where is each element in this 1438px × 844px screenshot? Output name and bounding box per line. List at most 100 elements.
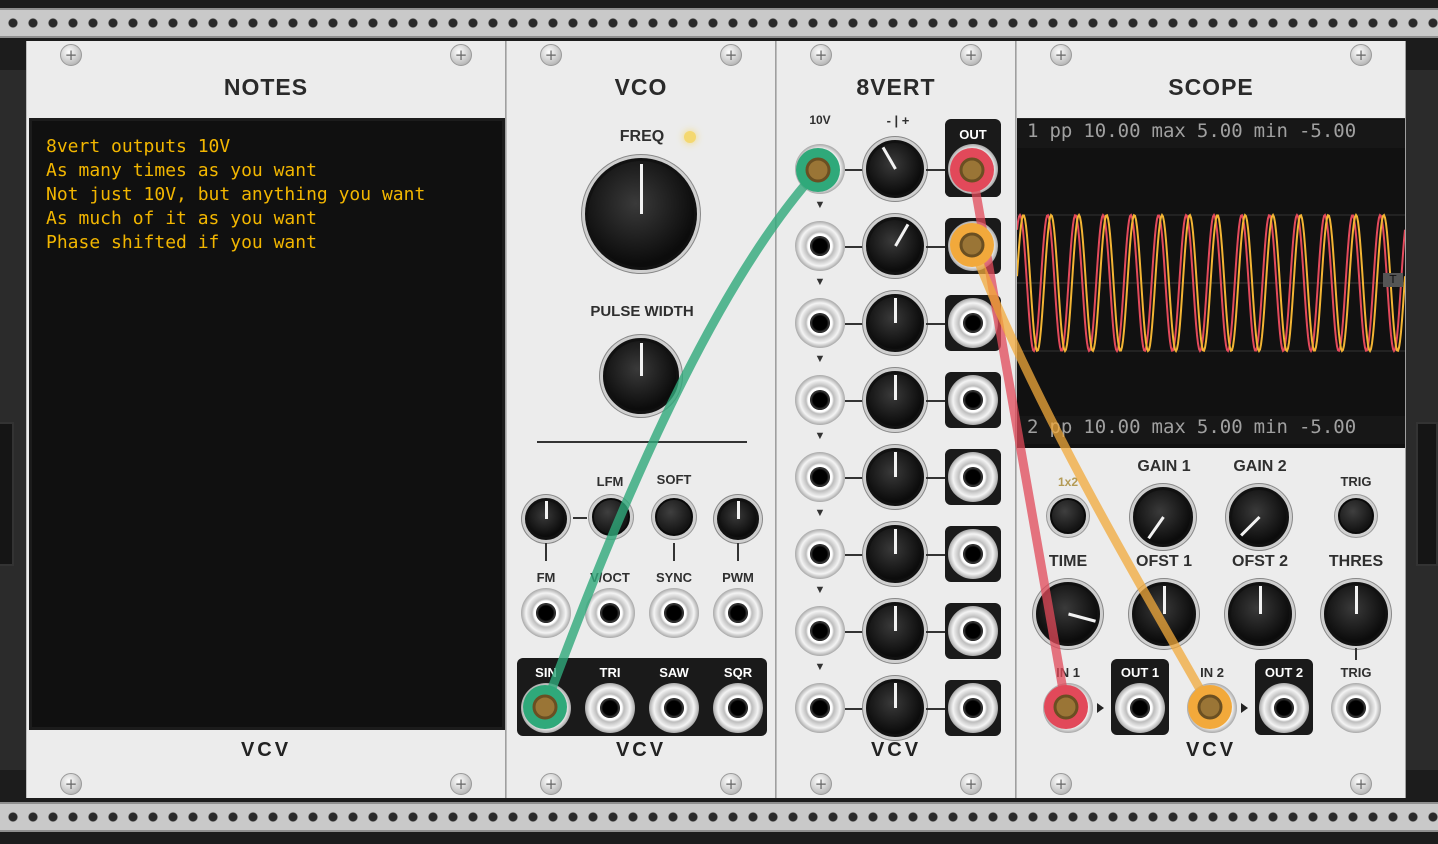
freq-knob[interactable]: [585, 158, 697, 270]
ofst1-knob[interactable]: [1132, 582, 1196, 646]
voct-label: V/OCT: [590, 570, 630, 585]
notes-text-area[interactable]: 8vert outputs 10V As many times as you w…: [29, 118, 505, 730]
8vert-gain-knob[interactable]: [866, 448, 924, 506]
ofst1-label: OFST 1: [1135, 553, 1193, 570]
connector-line: [926, 246, 946, 248]
ch2-min-value: -5.00: [1298, 416, 1357, 438]
8vert-input-jack[interactable]: [795, 298, 845, 348]
8vert-output-jack[interactable]: [948, 606, 998, 656]
8vert-gain-knob[interactable]: [866, 525, 924, 583]
rack-side-tab-left: [0, 422, 14, 566]
8vert-input-jack[interactable]: [795, 144, 845, 194]
8vert-input-jack[interactable]: [795, 452, 845, 502]
8vert-gain-knob[interactable]: [866, 602, 924, 660]
fm-knob[interactable]: [525, 498, 567, 540]
8vert-gain-knob[interactable]: [866, 294, 924, 352]
rack-side-left: [0, 70, 26, 770]
screw-icon: +: [450, 773, 472, 795]
8vert-output-jack[interactable]: [948, 529, 998, 579]
connector-line: [545, 543, 547, 561]
8vert-gain-knob[interactable]: [866, 679, 924, 737]
sqr-output-jack[interactable]: [713, 683, 763, 733]
pulse-width-knob[interactable]: [603, 338, 679, 414]
8vert-output-jack[interactable]: [948, 298, 998, 348]
lfm-switch[interactable]: [592, 498, 630, 536]
ch2-pp-value: 10.00: [1083, 416, 1141, 438]
screw-icon: +: [1350, 773, 1372, 795]
trig-button-label: TRIG: [1340, 474, 1372, 489]
pwm-knob[interactable]: [717, 498, 759, 540]
tri-output-jack[interactable]: [585, 683, 635, 733]
8vert-output-jack[interactable]: [948, 144, 998, 194]
gain2-knob[interactable]: [1229, 487, 1289, 547]
ch2-max-label: max: [1151, 416, 1186, 438]
out2-output-jack[interactable]: [1259, 683, 1309, 733]
8vert-input-jack[interactable]: [795, 606, 845, 656]
notes-line: As much of it as you want: [46, 208, 317, 229]
scope-waveform-plot: [1017, 118, 1405, 354]
8vert-gain-knob[interactable]: [866, 217, 924, 275]
notes-title: NOTES: [223, 74, 309, 100]
screw-icon: +: [60, 773, 82, 795]
sync-input-jack[interactable]: [649, 588, 699, 638]
connector-line: [845, 400, 865, 402]
screw-icon: +: [1350, 44, 1372, 66]
connector-line: [673, 543, 675, 561]
saw-label: SAW: [659, 665, 689, 680]
connector-line: [926, 169, 946, 171]
in1-label: IN 1: [1056, 665, 1080, 680]
pulse-width-label: PULSE WIDTH: [590, 303, 694, 320]
8vert-output-jack[interactable]: [948, 375, 998, 425]
trig-input-jack[interactable]: [1331, 683, 1381, 733]
time-knob[interactable]: [1036, 582, 1100, 646]
screw-icon: +: [960, 44, 982, 66]
ofst2-knob[interactable]: [1228, 582, 1292, 646]
vcv-logo: VCV: [240, 739, 292, 761]
ch2-readout: 2 pp 10.00 max 5.00 min -5.00: [1017, 416, 1405, 444]
connector-line: [926, 400, 946, 402]
saw-output-jack[interactable]: [649, 683, 699, 733]
8vert-input-jack[interactable]: [795, 375, 845, 425]
connector-line: [926, 323, 946, 325]
sin-output-jack[interactable]: [521, 683, 571, 733]
pwm-input-jack[interactable]: [713, 588, 763, 638]
8vert-output-jack[interactable]: [948, 452, 998, 502]
screw-icon: +: [720, 44, 742, 66]
screw-icon: +: [720, 773, 742, 795]
ch1-pp-label: pp: [1049, 120, 1073, 142]
ch2-min-label: min: [1253, 416, 1288, 438]
ch1-number: 1: [1027, 120, 1039, 142]
soft-switch[interactable]: [655, 498, 693, 536]
scope-display: 1 pp 10.00 max 5.00 min -5.00 2 pp 10.00 max 5.00 m…: [1017, 118, 1405, 448]
gain1-knob[interactable]: [1133, 487, 1193, 547]
ch1-pp-value: 10.00: [1083, 120, 1141, 142]
ch1-readout: 1 pp 10.00 max 5.00 min -5.00: [1017, 120, 1405, 148]
rack-side-tab-right: [1416, 422, 1438, 566]
8vert-input-jack[interactable]: [795, 221, 845, 271]
8vert-output-jack[interactable]: [948, 221, 998, 271]
freq-led: [684, 131, 696, 143]
connector-line: [845, 323, 865, 325]
8vert-gain-knob[interactable]: [866, 371, 924, 429]
8vert-input-jack[interactable]: [795, 529, 845, 579]
screw-icon: +: [960, 773, 982, 795]
8vert-input-jack[interactable]: [795, 683, 845, 733]
trig-button[interactable]: [1338, 498, 1374, 534]
voct-input-jack[interactable]: [585, 588, 635, 638]
fm-input-jack[interactable]: [521, 588, 571, 638]
8vert-gain-knob[interactable]: [866, 140, 924, 198]
rack-rail-bottom: [0, 802, 1438, 832]
trigger-marker-icon: T: [1383, 273, 1403, 287]
arrow-down-icon: ▼: [814, 353, 826, 365]
tri-label: TRI: [599, 665, 621, 680]
soft-label: SOFT: [656, 472, 692, 487]
arrow-down-icon: ▼: [814, 199, 826, 211]
in2-input-jack[interactable]: [1187, 683, 1237, 733]
in2-label: IN 2: [1200, 665, 1224, 680]
thres-knob[interactable]: [1324, 582, 1388, 646]
rack-side-right: [1406, 70, 1438, 770]
out1-output-jack[interactable]: [1115, 683, 1165, 733]
mode-button[interactable]: [1050, 498, 1086, 534]
8vert-output-jack[interactable]: [948, 683, 998, 733]
in1-input-jack[interactable]: [1043, 683, 1093, 733]
